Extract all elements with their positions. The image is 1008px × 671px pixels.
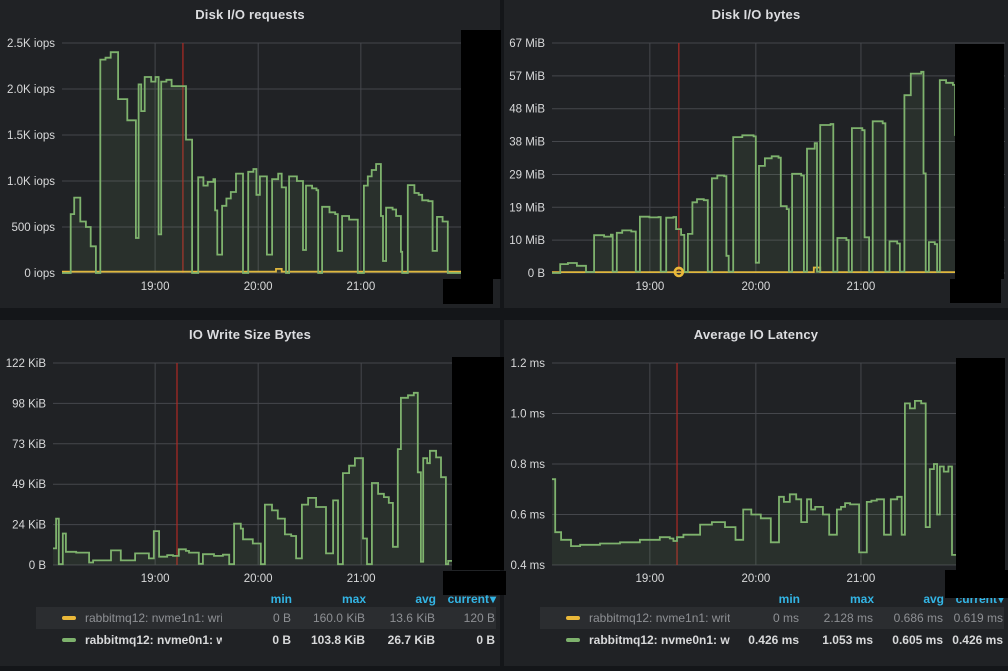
y-tick-label: 29 MiB [509, 169, 545, 181]
y-tick-label: 0 iops [24, 268, 55, 280]
series-line [552, 72, 964, 273]
series-color-swatch[interactable] [62, 616, 76, 620]
y-tick-label: 0.4 ms [510, 560, 545, 572]
y-tick-label: 73 KiB [12, 439, 46, 451]
legend-header-row: min max avg current▾ [540, 590, 1004, 607]
panel-io-write-size-bytes: IO Write Size Bytes 0 B24 KiB49 KiB73 Ki… [0, 320, 500, 666]
redaction-box [945, 570, 1008, 598]
series-color-swatch[interactable] [566, 638, 580, 642]
series-fill [552, 401, 956, 565]
y-tick-label: 1.2 ms [510, 358, 545, 370]
legend-table: min max avg current▾ rabbitmq12: nvme1n1… [540, 590, 1004, 651]
panel-disk-io-requests: Disk I/O requests 0 iops500 iops1.0K iop… [0, 0, 500, 308]
legend-col-min[interactable]: min [730, 592, 800, 606]
legend-min-value: 0 B [222, 611, 292, 625]
series-label[interactable]: rabbitmq12: nvme1n1: write [85, 611, 222, 625]
legend-col-max[interactable]: max [800, 592, 874, 606]
redaction-box [452, 357, 504, 570]
y-tick-label: 38 MiB [509, 137, 545, 149]
y-tick-label: 49 KiB [12, 479, 46, 491]
y-tick-label: 1.0K iops [7, 176, 55, 188]
legend-min-value: 0 B [222, 633, 292, 647]
redaction-box [443, 279, 493, 304]
y-tick-label: 98 KiB [12, 398, 46, 410]
disk-io-requests-chart[interactable]: 0 iops 500 iops 1.0K iops 1.5K iops 2.0K iop… [0, 0, 500, 308]
legend-current-value: 0 B [436, 633, 496, 647]
legend-current-value: 0.426 ms [944, 633, 1004, 647]
legend-max-value: 1.053 ms [800, 633, 874, 647]
y-tick-label: 0 B [29, 560, 47, 572]
x-tick-label: 20:00 [741, 573, 770, 585]
legend-current-value: 120 B [436, 611, 496, 625]
legend-table: min max avg current▾ rabbitmq12: nvme1n1… [36, 590, 496, 651]
series-fill [62, 52, 467, 273]
series-label[interactable]: rabbitmq12: nvme1n1: write [589, 611, 730, 625]
legend-row-nvme1n1[interactable]: rabbitmq12: nvme1n1: write 0 ms 2.128 ms… [540, 607, 1004, 629]
y-tick-label: 0 B [528, 268, 546, 280]
panel-disk-io-bytes: Disk I/O bytes 0 B10 MiB19 MiB29 MiB38 M… [504, 0, 1008, 308]
y-tick-label: 0.8 ms [510, 459, 545, 471]
x-tick-label: 21:00 [347, 573, 376, 585]
legend-col-avg[interactable]: avg [366, 592, 436, 606]
legend-avg-value: 13.6 KiB [366, 611, 436, 625]
y-tick-label: 1.0 ms [510, 409, 545, 421]
y-tick-label: 19 MiB [509, 202, 545, 214]
x-tick-label: 19:00 [635, 281, 664, 293]
legend-row-nvme0n1[interactable]: rabbitmq12: nvme0n1: write 0.426 ms 1.05… [540, 629, 1004, 651]
legend-avg-value: 26.7 KiB [366, 633, 436, 647]
legend-col-min[interactable]: min [222, 592, 292, 606]
series-fill [552, 72, 964, 273]
y-tick-label: 2.5K iops [7, 38, 55, 50]
legend-min-value: 0.426 ms [730, 633, 800, 647]
series-label[interactable]: rabbitmq12: nvme0n1: write [85, 633, 222, 647]
y-tick-label: 10 MiB [509, 235, 545, 247]
y-tick-label: 500 iops [12, 222, 56, 234]
disk-io-bytes-chart[interactable]: 0 B 10 MiB 19 MiB 29 MiB 38 MiB 48 MiB 57 MiB 6… [504, 0, 1008, 308]
series-fill [53, 393, 460, 565]
legend-avg-value: 0.605 ms [874, 633, 944, 647]
redaction-box [950, 279, 1001, 303]
legend-current-value: 0.619 ms [944, 611, 1004, 625]
x-tick-label: 19:00 [635, 573, 664, 585]
series-label[interactable]: rabbitmq12: nvme0n1: write [589, 633, 730, 647]
legend-max-value: 2.128 ms [800, 611, 874, 625]
legend-row-nvme0n1[interactable]: rabbitmq12: nvme0n1: write 0 B 103.8 KiB… [36, 629, 496, 651]
y-tick-label: 67 MiB [509, 38, 545, 50]
redaction-box [955, 44, 1004, 279]
legend-min-value: 0 ms [730, 611, 800, 625]
y-tick-label: 57 MiB [509, 71, 545, 83]
legend-row-nvme1n1[interactable]: rabbitmq12: nvme1n1: write 0 B 160.0 KiB… [36, 607, 496, 629]
redaction-box [443, 571, 506, 595]
y-tick-label: 2.0K iops [7, 84, 55, 96]
x-tick-label: 21:00 [346, 281, 375, 293]
legend-col-max[interactable]: max [292, 592, 366, 606]
y-tick-label: 48 MiB [509, 104, 545, 116]
y-tick-label: 1.5K iops [7, 130, 55, 142]
panel-average-io-latency: Average IO Latency 0.4 ms0.6 ms0.8 ms1.0… [504, 320, 1008, 666]
x-tick-label: 20:00 [741, 281, 770, 293]
y-tick-label: 0.6 ms [510, 510, 545, 522]
redaction-box [461, 30, 501, 279]
x-tick-label: 19:00 [141, 573, 170, 585]
x-tick-label: 19:00 [141, 281, 170, 293]
redaction-box [956, 358, 1005, 571]
x-tick-label: 21:00 [847, 281, 876, 293]
series-color-swatch[interactable] [62, 638, 76, 642]
series-color-swatch[interactable] [566, 616, 580, 620]
y-tick-label: 122 KiB [6, 358, 47, 370]
x-tick-label: 21:00 [847, 573, 876, 585]
legend-max-value: 103.8 KiB [292, 633, 366, 647]
x-tick-label: 20:00 [244, 281, 273, 293]
legend-col-avg[interactable]: avg [874, 592, 944, 606]
legend-max-value: 160.0 KiB [292, 611, 366, 625]
legend-header-row: min max avg current▾ [36, 590, 496, 607]
x-tick-label: 20:00 [244, 573, 273, 585]
legend-avg-value: 0.686 ms [874, 611, 944, 625]
y-tick-label: 24 KiB [12, 520, 46, 532]
